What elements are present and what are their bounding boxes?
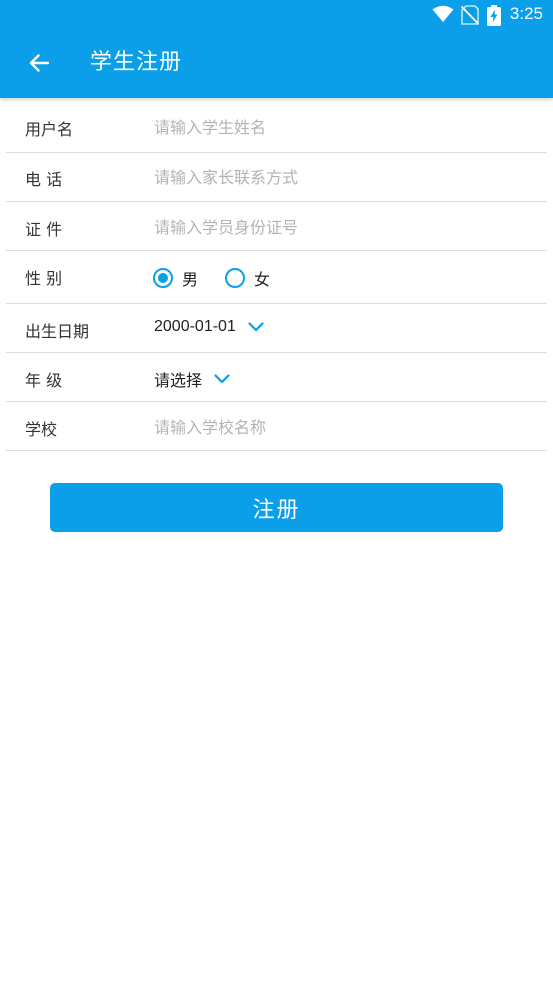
radio-unchecked-icon (225, 268, 245, 288)
radio-checked-icon (153, 268, 173, 288)
back-button[interactable] (18, 44, 60, 86)
school-input[interactable] (154, 412, 534, 442)
gender-male-label: 男 (182, 270, 199, 289)
row-grade: 年 级 请选择 (6, 353, 547, 402)
phone-input[interactable] (154, 162, 534, 192)
row-gender: 性 别 男 女 (6, 251, 547, 304)
birthdate-select[interactable]: 2000-01-01 (154, 318, 264, 336)
birthdate-label: 出生日期 (25, 322, 90, 341)
chevron-down-icon (248, 322, 264, 332)
battery-charging-icon (487, 5, 501, 30)
phone-label: 电 话 (25, 170, 63, 189)
radio-dot (158, 273, 168, 283)
row-school: 学校 (6, 402, 547, 451)
status-bar: 3:25 (0, 0, 553, 30)
birthdate-value: 2000-01-01 (154, 318, 236, 335)
gender-male-radio[interactable]: 男 (153, 266, 198, 290)
gender-label: 性 别 (25, 269, 63, 288)
app-header: 3:25 学生注册 (0, 0, 553, 98)
wifi-icon (432, 5, 454, 27)
row-phone: 电 话 (6, 153, 547, 202)
row-username: 用户名 (6, 98, 547, 153)
grade-select[interactable]: 请选择 (154, 367, 230, 391)
page-title: 学生注册 (90, 50, 183, 75)
username-label: 用户名 (25, 120, 74, 139)
arrow-left-icon (28, 52, 50, 78)
id-card-label: 证 件 (25, 220, 63, 239)
username-input[interactable] (154, 112, 534, 142)
toolbar: 学生注册 (0, 30, 553, 98)
gender-female-radio[interactable]: 女 (225, 266, 270, 290)
school-label: 学校 (25, 420, 58, 439)
row-id-card: 证 件 (6, 202, 547, 251)
chevron-down-icon (214, 374, 230, 384)
grade-value: 请选择 (154, 371, 203, 390)
no-sim-icon (460, 5, 480, 29)
id-card-input[interactable] (154, 212, 534, 242)
grade-label: 年 级 (25, 371, 63, 390)
row-birthdate: 出生日期 2000-01-01 (6, 304, 547, 353)
registration-form: 用户名 电 话 证 件 性 别 男 女 出生日期 2000-01-01 (6, 98, 547, 451)
status-time: 3:25 (509, 4, 543, 23)
gender-female-label: 女 (254, 270, 271, 289)
register-button[interactable]: 注册 (50, 483, 503, 532)
